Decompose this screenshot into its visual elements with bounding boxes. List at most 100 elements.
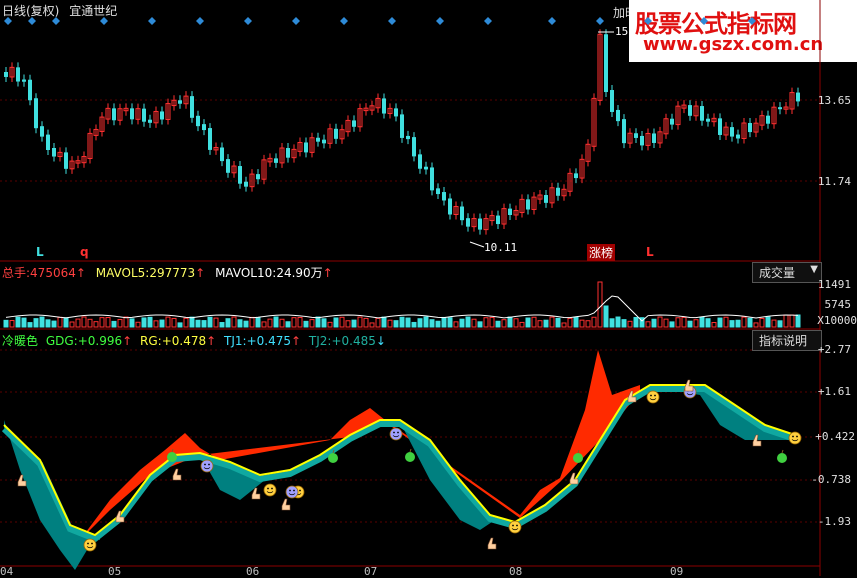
apple-icon	[573, 453, 583, 463]
candle-body-down	[256, 174, 260, 180]
volume-bar	[507, 316, 513, 328]
low-price-pointer	[469, 241, 485, 248]
volume-bar	[69, 321, 75, 328]
volume-bar	[789, 314, 795, 328]
volume-bar	[375, 317, 381, 328]
candle-body-down	[64, 152, 68, 169]
candle-body-down	[274, 158, 278, 163]
volume-bar	[111, 320, 117, 328]
candle-body-down	[34, 98, 38, 129]
marker-q: q	[80, 245, 89, 259]
candle-body-down	[442, 192, 446, 201]
candle-body-down	[28, 79, 32, 101]
gdg-value: +0.996	[77, 334, 123, 348]
volume-bar	[237, 319, 243, 328]
volume-bar	[207, 316, 213, 328]
volume-bar	[585, 320, 591, 328]
smiley-eye	[299, 489, 301, 492]
down-arrow-icon: ↓	[375, 334, 386, 348]
candle-body-down	[688, 105, 692, 116]
volume-bar	[327, 321, 333, 328]
chevron-down-icon: ▼	[810, 264, 818, 275]
volume-bar	[261, 321, 267, 328]
candle-body-down	[736, 134, 740, 139]
volume-bar	[657, 316, 663, 328]
volume-bar	[363, 317, 369, 328]
marker-zhangbang: 涨榜	[587, 244, 616, 261]
volume-bar	[765, 316, 771, 328]
smiley-eye	[267, 487, 269, 490]
up-arrow-icon: ↑	[122, 334, 133, 348]
volume-bar	[309, 319, 315, 328]
smiley-eye	[654, 394, 656, 397]
volume-bar	[393, 320, 399, 328]
volume-selector-button[interactable]: 成交量 ▼	[752, 262, 822, 283]
indicator-warm-area	[80, 350, 640, 540]
candle-body-down	[178, 100, 182, 104]
hand-pointer-icon	[487, 537, 497, 550]
volume-bar	[717, 317, 723, 328]
volume-bar	[651, 318, 657, 328]
volume-bar	[315, 316, 321, 328]
volume-bar	[159, 319, 165, 328]
smiley-eye	[91, 542, 93, 545]
volume-bar	[135, 321, 141, 328]
volume-bar	[171, 317, 177, 328]
volume-bar	[465, 316, 471, 328]
volume-bar	[693, 319, 699, 328]
volume-bar	[723, 316, 729, 328]
volume-bar	[153, 320, 159, 328]
volume-bar	[33, 318, 39, 328]
indicator-signal-icons	[17, 379, 802, 552]
candle-body-down	[508, 208, 512, 215]
indicator-name[interactable]: 冷暖色	[2, 334, 38, 348]
candle-body-down	[640, 135, 644, 146]
candle-body-down	[718, 118, 722, 135]
volume-bar	[477, 321, 483, 328]
volume-bar	[177, 322, 183, 328]
candle-body-down	[130, 108, 134, 120]
candle-body-down	[406, 135, 410, 140]
candle-body-down	[202, 124, 206, 131]
tj2-label: TJ2:	[308, 334, 332, 348]
candle-body-down	[40, 126, 44, 137]
marker-l-left: L	[36, 245, 44, 259]
volume-bar	[333, 317, 339, 328]
volume-bar	[459, 318, 465, 328]
candle-body-down	[478, 218, 482, 230]
candle-body-down	[424, 166, 428, 170]
mavol5-value: 297773	[149, 266, 196, 280]
mavol5-label: MAVOL5:	[95, 266, 150, 280]
volume-bar	[537, 320, 543, 328]
mavol10-label: MAVOL10:	[215, 266, 277, 280]
volume-bar	[273, 316, 279, 328]
volume-bar	[141, 317, 147, 328]
diamond-marker	[4, 17, 12, 25]
rg-value: +0.478	[161, 334, 207, 348]
volume-bar	[411, 321, 417, 328]
volume-bar	[645, 321, 651, 328]
chart-canvas[interactable]	[0, 0, 857, 576]
candle-body-down	[334, 128, 338, 139]
volume-bar	[525, 317, 531, 328]
up-arrow-icon: ↑	[322, 266, 333, 280]
candle-body-down	[142, 108, 146, 122]
volume-bar	[21, 317, 27, 328]
indicator-help-button[interactable]: 指标说明	[752, 330, 822, 351]
total-volume-label: 总手:	[2, 266, 31, 280]
volume-bar	[795, 314, 801, 328]
up-arrow-icon: ↑	[291, 334, 302, 348]
tj2-value: +0.485	[331, 334, 376, 348]
volume-bar	[615, 316, 621, 328]
volume-bar	[357, 316, 363, 328]
diamond-marker	[292, 17, 300, 25]
candle-body-down	[394, 108, 398, 117]
diamond-marker	[52, 17, 60, 25]
smiley-eye	[87, 542, 89, 545]
volume-bar	[495, 320, 501, 328]
candle-body-down	[460, 206, 464, 221]
volume-bar	[555, 317, 561, 328]
volume-bar	[681, 316, 687, 328]
candle-body-down	[286, 148, 290, 158]
candle-body-down	[730, 127, 734, 137]
